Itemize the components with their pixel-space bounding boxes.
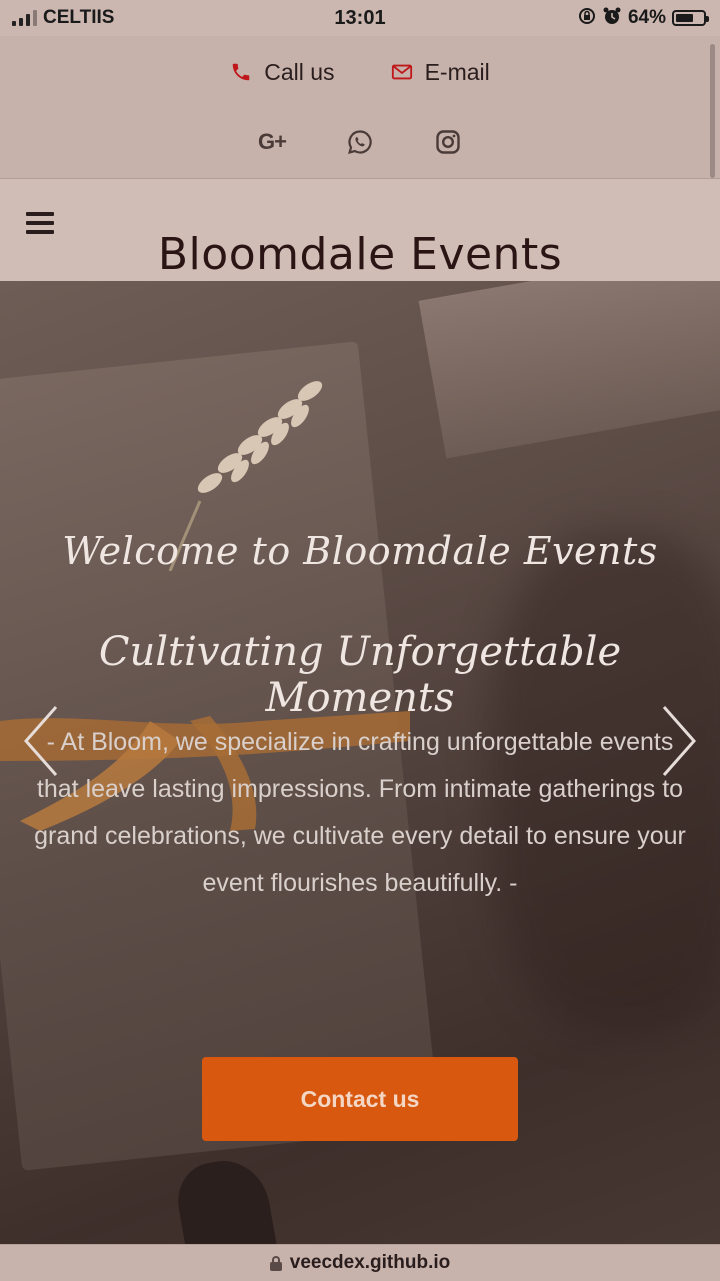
email-label: E-mail	[424, 58, 490, 85]
envelope-icon	[391, 64, 412, 80]
google-plus-icon: G+	[258, 129, 287, 154]
battery-percent: 64%	[627, 7, 666, 28]
background-stone	[172, 1153, 278, 1244]
contact-links: Call us E-mail	[0, 52, 720, 92]
carousel-prev-arrow-icon[interactable]	[18, 701, 62, 781]
lock-icon	[269, 1255, 282, 1271]
call-us-link[interactable]: Call us	[230, 58, 335, 86]
hero-welcome-text: Welcome to Bloomdale Events	[62, 529, 658, 573]
rotation-lock-icon	[578, 7, 596, 30]
whatsapp-link[interactable]	[344, 126, 376, 158]
battery-level	[676, 14, 693, 22]
social-links: G+	[0, 124, 720, 160]
contact-bar: Call us E-mail G+	[0, 36, 720, 179]
email-link[interactable]: E-mail	[391, 59, 490, 86]
alarm-icon	[602, 6, 622, 31]
instagram-icon	[436, 130, 460, 154]
instagram-link[interactable]	[432, 126, 464, 158]
status-right: 64%	[578, 0, 709, 36]
battery-icon	[672, 10, 709, 26]
page-scrollbar[interactable]	[710, 44, 715, 178]
url-text: veecdex.github.io	[289, 1252, 451, 1273]
contact-us-button[interactable]: Contact us	[202, 1057, 518, 1141]
background-box-image	[418, 281, 720, 459]
navbar: Bloomdale Events	[0, 179, 720, 281]
call-us-label: Call us	[264, 58, 335, 85]
brand-title: Bloomdale Events	[157, 229, 563, 280]
hero-carousel: Welcome to Bloomdale Events Cultivating …	[0, 281, 720, 1244]
url-bar[interactable]: veecdex.github.io	[0, 1244, 720, 1281]
hero-description: - At Bloom, we specialize in crafting un…	[34, 728, 686, 897]
whatsapp-icon	[348, 130, 372, 155]
phone-icon	[233, 63, 250, 81]
hero-tagline: Cultivating Unforgettable Moments	[98, 629, 622, 721]
carousel-next-arrow-icon[interactable]	[658, 701, 702, 781]
google-plus-link[interactable]: G+	[256, 126, 288, 158]
status-bar: CELTIIS 13:01 64%	[0, 0, 720, 36]
